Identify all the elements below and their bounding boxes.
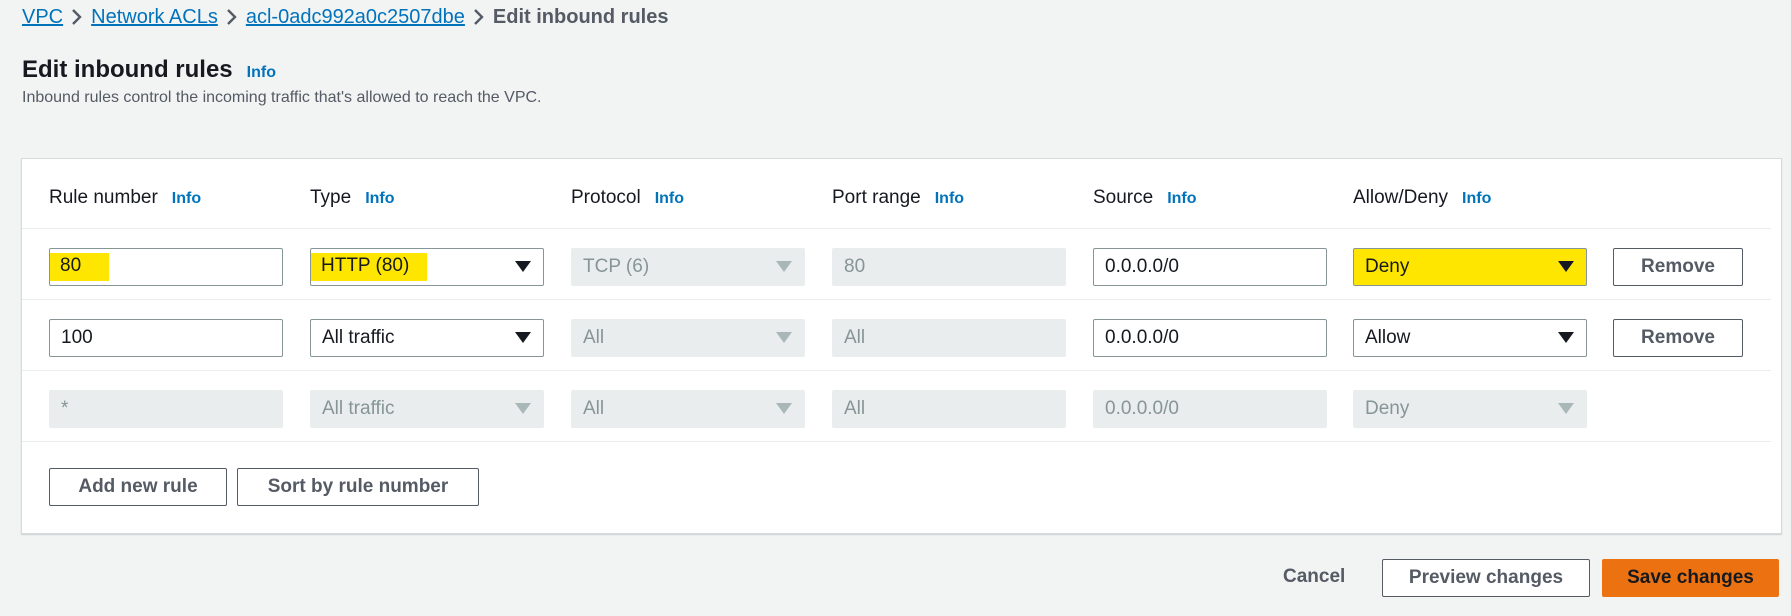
protocol-select: All bbox=[571, 390, 805, 428]
column-label: Port range bbox=[832, 187, 921, 208]
column-header-protocol: Protocol Info bbox=[571, 187, 684, 209]
page-title-text: Edit inbound rules bbox=[22, 56, 233, 83]
caret-down-icon bbox=[1558, 261, 1574, 272]
port-range-value: 80 bbox=[844, 256, 866, 277]
info-link[interactable]: Info bbox=[365, 190, 394, 208]
row-divider bbox=[22, 370, 1771, 371]
type-value: All traffic bbox=[322, 327, 395, 348]
preview-changes-button[interactable]: Preview changes bbox=[1382, 559, 1590, 597]
info-link[interactable]: Info bbox=[1462, 190, 1491, 208]
chevron-right-icon bbox=[218, 8, 246, 26]
info-link[interactable]: Info bbox=[172, 190, 201, 208]
info-link[interactable]: Info bbox=[655, 190, 684, 208]
info-link[interactable]: Info bbox=[1167, 190, 1196, 208]
rule-number-value: 100 bbox=[61, 327, 93, 348]
caret-down-icon bbox=[1558, 332, 1574, 343]
breadcrumb: VPC Network ACLs acl-0adc992a0c2507dbe E… bbox=[22, 4, 668, 30]
source-input[interactable]: 0.0.0.0/0 bbox=[1093, 248, 1327, 286]
remove-button[interactable]: Remove bbox=[1613, 319, 1743, 357]
column-label: Source bbox=[1093, 187, 1154, 208]
column-header-rule-number: Rule number Info bbox=[49, 187, 201, 209]
rule-number-input[interactable]: 80 bbox=[49, 248, 283, 286]
column-label: Type bbox=[310, 187, 352, 208]
save-changes-button[interactable]: Save changes bbox=[1602, 559, 1779, 597]
source-input: 0.0.0.0/0 bbox=[1093, 390, 1327, 428]
source-value: 0.0.0.0/0 bbox=[1105, 398, 1179, 419]
port-range-input: 80 bbox=[832, 248, 1066, 286]
breadcrumb-current: Edit inbound rules bbox=[492, 5, 669, 28]
row-divider bbox=[22, 299, 1771, 300]
protocol-value: TCP (6) bbox=[583, 256, 650, 277]
type-value: All traffic bbox=[322, 398, 395, 419]
info-link[interactable]: Info bbox=[935, 190, 964, 208]
chevron-right-icon bbox=[465, 8, 493, 26]
caret-down-icon bbox=[1558, 403, 1574, 414]
breadcrumb-vpc-link[interactable]: VPC bbox=[22, 6, 63, 29]
rule-number-value: 80 bbox=[60, 255, 82, 276]
page-info-link[interactable]: Info bbox=[247, 64, 276, 82]
protocol-value: All bbox=[583, 398, 605, 419]
column-label: Rule number bbox=[49, 187, 158, 208]
port-range-input: All bbox=[832, 319, 1066, 357]
protocol-select: All bbox=[571, 319, 805, 357]
breadcrumb-acl-link[interactable]: acl-0adc992a0c2507dbe bbox=[246, 6, 465, 29]
port-range-input: All bbox=[832, 390, 1066, 428]
allow-deny-select[interactable]: Deny bbox=[1353, 248, 1587, 286]
column-label: Allow/Deny bbox=[1353, 187, 1449, 208]
rule-number-value: * bbox=[61, 398, 69, 419]
source-value: 0.0.0.0/0 bbox=[1105, 327, 1179, 348]
caret-down-icon bbox=[776, 332, 792, 343]
action-value: Deny bbox=[1365, 256, 1410, 277]
caret-down-icon bbox=[515, 403, 531, 414]
action-value: Allow bbox=[1365, 327, 1411, 348]
remove-button[interactable]: Remove bbox=[1613, 248, 1743, 286]
inbound-rules-panel: Rule number Info Type Info Protocol Info… bbox=[21, 158, 1782, 534]
column-header-source: Source Info bbox=[1093, 187, 1197, 209]
caret-down-icon bbox=[776, 403, 792, 414]
sort-by-rule-number-button[interactable]: Sort by rule number bbox=[237, 468, 479, 506]
action-value: Deny bbox=[1365, 398, 1410, 419]
type-value: HTTP (80) bbox=[321, 255, 410, 276]
caret-down-icon bbox=[776, 261, 792, 272]
caret-down-icon bbox=[515, 261, 531, 272]
column-header-allow-deny: Allow/Deny Info bbox=[1353, 187, 1491, 209]
column-header-port-range: Port range Info bbox=[832, 187, 964, 209]
column-label: Protocol bbox=[571, 187, 641, 208]
protocol-select: TCP (6) bbox=[571, 248, 805, 286]
cancel-button[interactable]: Cancel bbox=[1283, 566, 1345, 588]
type-select[interactable]: All traffic bbox=[310, 319, 544, 357]
chevron-right-icon bbox=[63, 8, 91, 26]
page-title: Edit inbound rules Info bbox=[22, 56, 276, 84]
breadcrumb-network-acls-link[interactable]: Network ACLs bbox=[91, 6, 218, 29]
rule-number-input[interactable]: 100 bbox=[49, 319, 283, 357]
row-divider bbox=[22, 441, 1771, 442]
column-header-type: Type Info bbox=[310, 187, 395, 209]
row-divider bbox=[22, 228, 1771, 229]
source-input[interactable]: 0.0.0.0/0 bbox=[1093, 319, 1327, 357]
rule-number-input: * bbox=[49, 390, 283, 428]
type-select: All traffic bbox=[310, 390, 544, 428]
page-description: Inbound rules control the incoming traff… bbox=[22, 89, 542, 106]
highlight-mark: HTTP (80) bbox=[311, 253, 428, 281]
allow-deny-select[interactable]: Allow bbox=[1353, 319, 1587, 357]
caret-down-icon bbox=[515, 332, 531, 343]
add-new-rule-button[interactable]: Add new rule bbox=[49, 468, 227, 506]
highlight-mark: 80 bbox=[50, 253, 110, 281]
port-range-value: All bbox=[844, 398, 866, 419]
source-value: 0.0.0.0/0 bbox=[1105, 256, 1179, 277]
protocol-value: All bbox=[583, 327, 605, 348]
port-range-value: All bbox=[844, 327, 866, 348]
type-select[interactable]: HTTP (80) bbox=[310, 248, 544, 286]
allow-deny-select: Deny bbox=[1353, 390, 1587, 428]
